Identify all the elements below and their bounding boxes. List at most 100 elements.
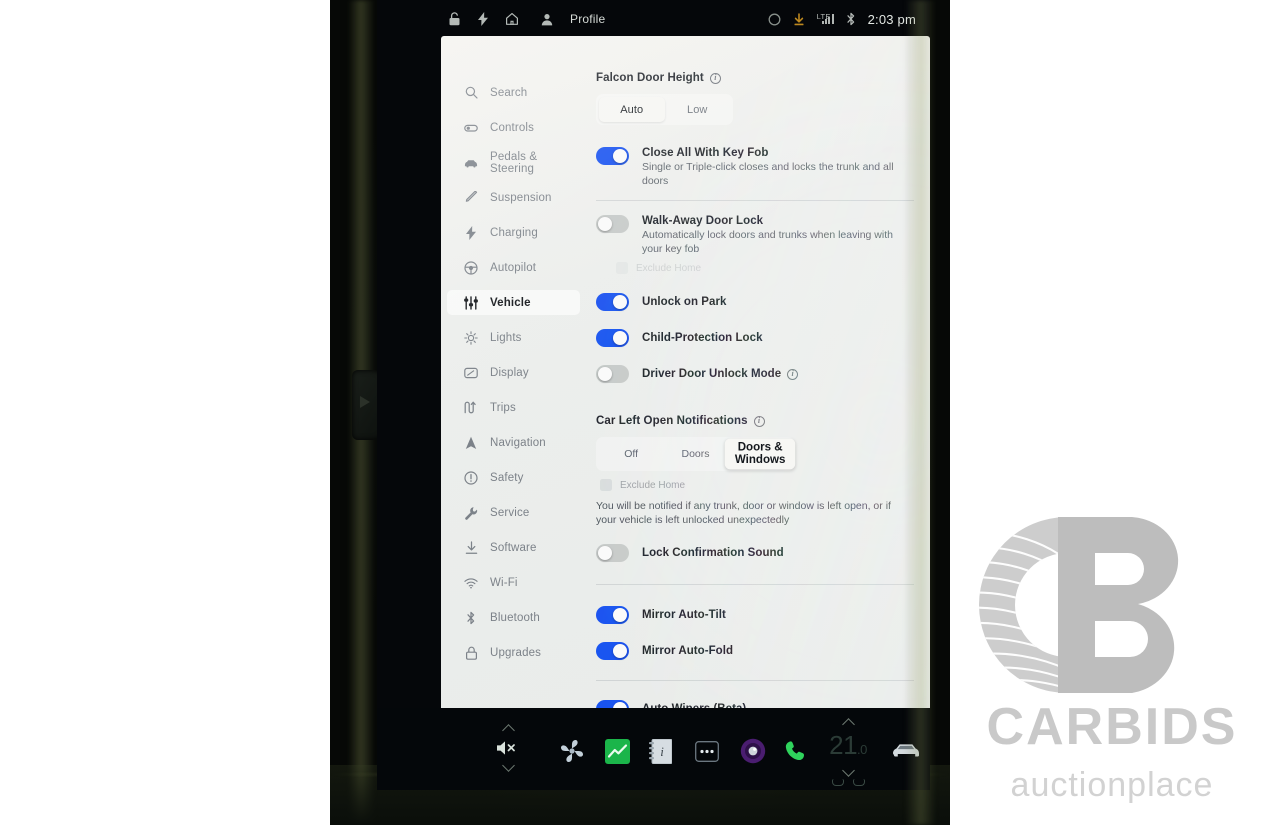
- manual-app-icon[interactable]: i: [649, 739, 672, 764]
- bluetooth-icon[interactable]: [846, 12, 856, 26]
- tesla-touchscreen: Profile LTE 2:03 pm Search Controls Peda…: [377, 0, 930, 790]
- circle-icon[interactable]: [768, 13, 781, 26]
- car-icon: [464, 156, 478, 170]
- bolt-icon[interactable]: [478, 12, 488, 26]
- upgrade-icon: [464, 646, 478, 660]
- sidebar-item-display[interactable]: Display: [447, 360, 580, 385]
- sidebar-item-navigation[interactable]: Navigation: [447, 430, 580, 455]
- walk-away-exclude-home-checkbox[interactable]: [616, 262, 628, 274]
- divider: [596, 584, 914, 585]
- seat-heater-left-icon[interactable]: [831, 779, 844, 786]
- volume-control[interactable]: [485, 724, 531, 772]
- falcon-door-option-low[interactable]: Low: [665, 97, 731, 122]
- child-protection-lock-toggle[interactable]: [596, 329, 629, 347]
- sidebar-item-label: Lights: [490, 331, 522, 344]
- car-left-open-option-doors[interactable]: Doors: [663, 440, 727, 468]
- auto-wipers-row: Auto Wipers (Beta): [596, 699, 914, 708]
- media-app-icon[interactable]: [740, 738, 766, 764]
- sidebar-item-label: Software: [490, 541, 537, 554]
- sidebar-item-label: Charging: [490, 226, 538, 239]
- steering-icon: [464, 260, 478, 275]
- sidebar-item-label: Vehicle: [490, 296, 531, 309]
- car-left-open-segmented-control[interactable]: Off Doors Doors & Windows: [596, 437, 796, 471]
- falcon-door-height-segmented-control[interactable]: Auto Low: [596, 94, 733, 125]
- temperature-down-icon[interactable]: [841, 764, 855, 777]
- sidebar-item-label: Display: [490, 366, 529, 379]
- sidebar-item-bluetooth[interactable]: Bluetooth: [447, 605, 580, 630]
- auto-wipers-toggle[interactable]: [596, 700, 629, 708]
- mirror-auto-fold-toggle[interactable]: [596, 642, 629, 660]
- sidebar-item-charging[interactable]: Charging: [447, 220, 580, 245]
- chevron-up-icon[interactable]: [501, 724, 515, 737]
- sidebar-item-safety[interactable]: Safety: [447, 465, 580, 490]
- car-left-open-title: Car Left Open Notifications i: [596, 415, 914, 427]
- download-icon[interactable]: [793, 12, 805, 26]
- unlock-on-park-label: Unlock on Park: [642, 296, 727, 308]
- walk-away-door-lock-description: Automatically lock doors and trunks when…: [642, 229, 893, 255]
- unlock-icon[interactable]: [448, 12, 461, 26]
- mirror-auto-tilt-toggle[interactable]: [596, 606, 629, 624]
- sidebar-item-vehicle[interactable]: Vehicle: [447, 290, 580, 315]
- cellular-signal-icon: LTE: [817, 12, 834, 24]
- close-all-key-fob-toggle[interactable]: [596, 147, 629, 165]
- info-icon[interactable]: i: [709, 72, 721, 84]
- profile-icon[interactable]: [541, 13, 553, 26]
- seat-heater-right-icon[interactable]: [852, 779, 865, 786]
- home-icon[interactable]: [505, 12, 519, 26]
- walk-away-door-lock-toggle[interactable]: [596, 215, 629, 233]
- car-left-open-exclude-home-checkbox[interactable]: [600, 479, 612, 491]
- chevron-down-icon[interactable]: [501, 759, 515, 772]
- more-dots-icon[interactable]: [695, 741, 719, 762]
- wifi-icon: [464, 576, 478, 590]
- fan-icon[interactable]: [559, 738, 585, 764]
- sidebar-item-search[interactable]: Search: [447, 80, 580, 105]
- sidebar-item-lights[interactable]: Lights: [447, 325, 580, 350]
- sidebar-item-suspension[interactable]: Suspension: [447, 185, 580, 210]
- falcon-door-height-label: Falcon Door Height: [596, 72, 704, 84]
- unlock-on-park-toggle[interactable]: [596, 293, 629, 311]
- car-left-open-option-off[interactable]: Off: [599, 440, 663, 468]
- temperature-control[interactable]: 21.0: [815, 718, 881, 786]
- energy-app-icon[interactable]: [605, 739, 630, 764]
- sidebar-item-label: Service: [490, 506, 530, 519]
- sidebar-item-controls[interactable]: Controls: [447, 115, 580, 140]
- suspension-icon: [464, 191, 478, 205]
- clock-label: 2:03 pm: [867, 11, 916, 27]
- display-icon: [464, 366, 478, 380]
- car-left-open-option-doors-windows[interactable]: Doors & Windows: [724, 438, 796, 470]
- sliders-icon: [464, 295, 478, 310]
- lock-confirmation-sound-label: Lock Confirmation Sound: [642, 547, 784, 559]
- sidebar-item-software[interactable]: Software: [447, 535, 580, 560]
- settings-panel: Search Controls Pedals & Steering Suspen…: [441, 36, 930, 708]
- walk-away-exclude-home-row[interactable]: Exclude Home: [616, 262, 914, 274]
- info-icon[interactable]: i: [753, 415, 765, 427]
- temperature-value: 21.0: [829, 732, 867, 763]
- controls-icon: [464, 121, 478, 135]
- seat-heater-controls[interactable]: [831, 779, 865, 786]
- lock-confirmation-sound-toggle[interactable]: [596, 544, 629, 562]
- bluetooth-icon: [464, 611, 478, 625]
- driver-door-unlock-mode-label: Driver Door Unlock Mode: [642, 368, 782, 380]
- sidebar-item-service[interactable]: Service: [447, 500, 580, 525]
- car-left-open-exclude-home-row[interactable]: Exclude Home: [600, 479, 914, 491]
- phone-icon[interactable]: [784, 739, 808, 763]
- bolt-icon: [464, 225, 478, 240]
- car-icon[interactable]: [892, 742, 920, 758]
- profile-label[interactable]: Profile: [570, 12, 605, 26]
- sidebar-item-trips[interactable]: Trips: [447, 395, 580, 420]
- sidebar-item-label: Bluetooth: [490, 611, 540, 624]
- sidebar-item-pedals-steering[interactable]: Pedals & Steering: [447, 150, 580, 175]
- temperature-up-icon[interactable]: [841, 718, 855, 731]
- sidebar-item-upgrades[interactable]: Upgrades: [447, 640, 580, 665]
- sidebar-item-wifi[interactable]: Wi-Fi: [447, 570, 580, 595]
- info-icon[interactable]: i: [787, 368, 799, 380]
- driver-door-unlock-mode-toggle[interactable]: [596, 365, 629, 383]
- falcon-door-option-auto[interactable]: Auto: [599, 97, 665, 122]
- child-protection-lock-label: Child-Protection Lock: [642, 332, 763, 344]
- sidebar-item-autopilot[interactable]: Autopilot: [447, 255, 580, 280]
- unlock-on-park-row: Unlock on Park: [596, 292, 914, 311]
- falcon-door-height-title: Falcon Door Height i: [596, 72, 914, 84]
- sidebar-item-label: Autopilot: [490, 261, 537, 274]
- volume-mute-icon[interactable]: [495, 739, 521, 757]
- sidebar-item-label: Navigation: [490, 436, 546, 449]
